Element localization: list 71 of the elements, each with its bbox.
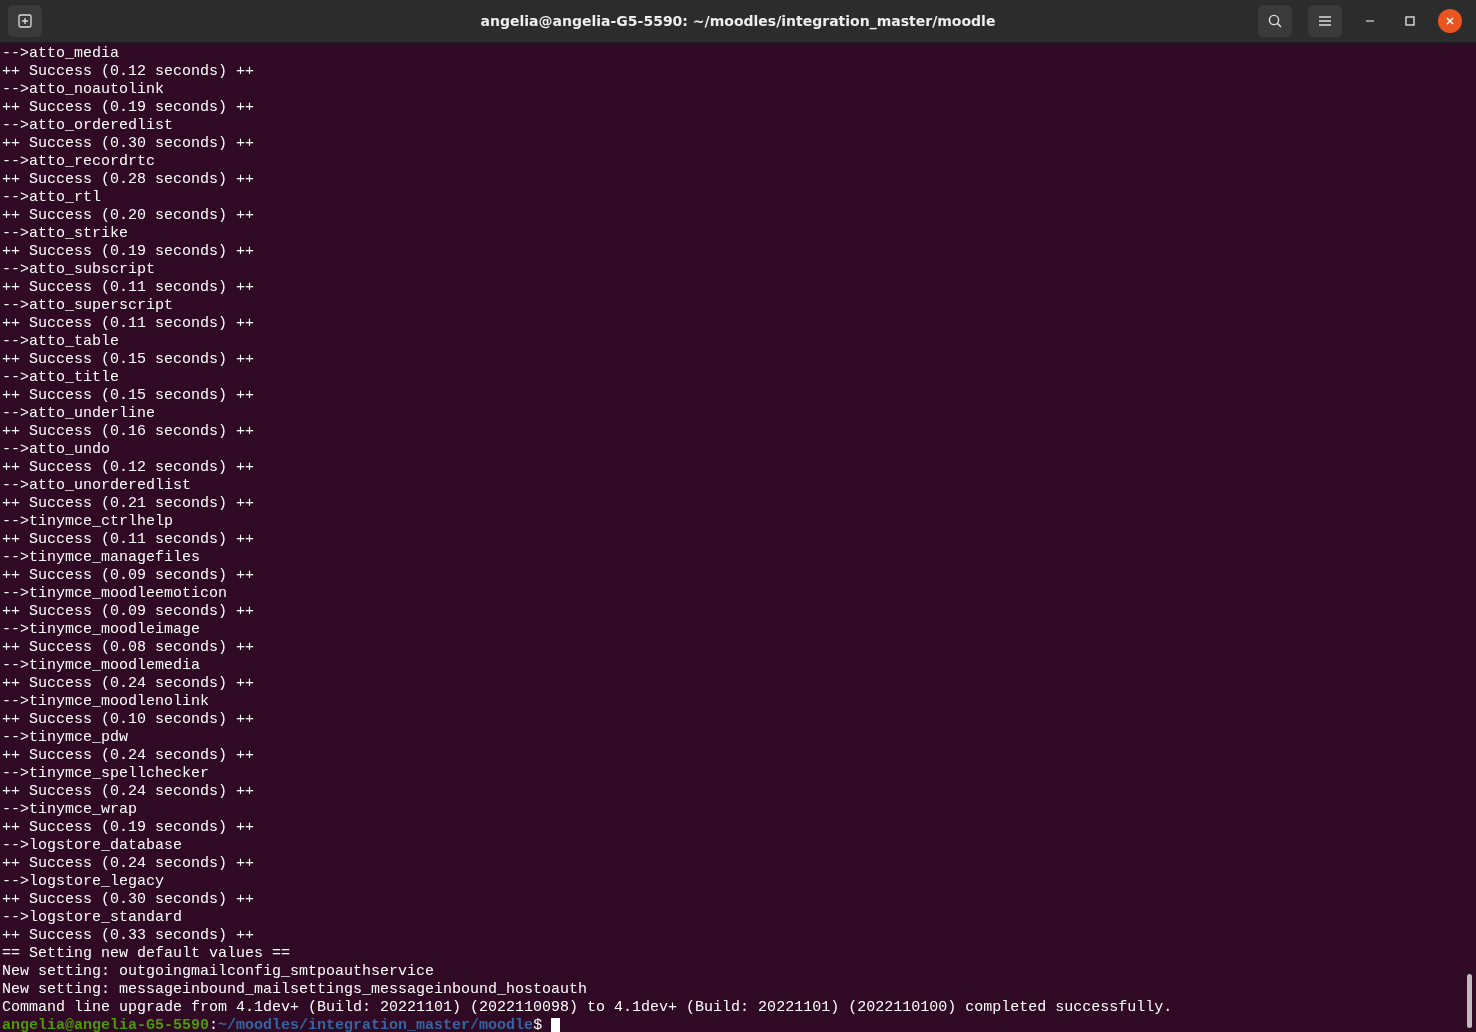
output-line: -->tinymce_wrap bbox=[2, 801, 138, 819]
output-line: New setting: messageinbound_mailsettings_messageinbound_hostoauth bbox=[2, 981, 588, 999]
output-line: ++ Success (0.30 seconds) ++ bbox=[2, 135, 255, 153]
output-line: ++ Success (0.24 seconds) ++ bbox=[2, 747, 255, 765]
output-line: -->atto_orderedlist bbox=[2, 117, 174, 135]
output-line: -->atto_recordrtc bbox=[2, 153, 156, 171]
output-line: ++ Success (0.09 seconds) ++ bbox=[2, 603, 255, 621]
minimize-icon bbox=[1366, 20, 1374, 22]
prompt-user-host: angelia@angelia-G5-5590 bbox=[2, 1017, 210, 1032]
new-tab-button[interactable] bbox=[8, 5, 42, 37]
output-line: -->atto_strike bbox=[2, 225, 129, 243]
output-line: -->tinymce_spellchecker bbox=[2, 765, 210, 783]
output-line: ++ Success (0.19 seconds) ++ bbox=[2, 99, 255, 117]
output-line: ++ Success (0.24 seconds) ++ bbox=[2, 783, 255, 801]
output-line: ++ Success (0.15 seconds) ++ bbox=[2, 351, 255, 369]
text-cursor bbox=[551, 1018, 561, 1032]
output-line: ++ Success (0.11 seconds) ++ bbox=[2, 531, 255, 549]
output-line: -->tinymce_moodleemoticon bbox=[2, 585, 228, 603]
window-title: angelia@angelia-G5-5590: ~/moodles/integration_master/moodle bbox=[480, 13, 996, 29]
output-line: ++ Success (0.33 seconds) ++ bbox=[2, 927, 255, 945]
output-line: -->logstore_standard bbox=[2, 909, 183, 927]
output-line: ++ Success (0.24 seconds) ++ bbox=[2, 675, 255, 693]
output-line: -->atto_media bbox=[2, 45, 120, 63]
output-line: ++ Success (0.28 seconds) ++ bbox=[2, 171, 255, 189]
output-line: -->tinymce_moodlemedia bbox=[2, 657, 201, 675]
output-line: -->tinymce_moodleimage bbox=[2, 621, 201, 639]
output-line: -->atto_rtl bbox=[2, 189, 102, 207]
output-line: -->logstore_database bbox=[2, 837, 183, 855]
output-line: ++ Success (0.12 seconds) ++ bbox=[2, 63, 255, 81]
output-line: New setting: outgoingmailconfig_smtpoauthservice bbox=[2, 963, 435, 981]
new-tab-icon bbox=[17, 13, 33, 29]
scrollbar-thumb[interactable] bbox=[1467, 974, 1472, 1028]
output-line: ++ Success (0.09 seconds) ++ bbox=[2, 567, 255, 585]
output-line: -->atto_noautolink bbox=[2, 81, 165, 99]
output-line: ++ Success (0.20 seconds) ++ bbox=[2, 207, 255, 225]
close-icon bbox=[1445, 16, 1455, 26]
output-line: ++ Success (0.15 seconds) ++ bbox=[2, 387, 255, 405]
output-line: -->tinymce_moodlenolink bbox=[2, 693, 210, 711]
output-line: == Setting new default values == bbox=[2, 945, 291, 963]
prompt-path: ~/moodles/integration_master/moodle bbox=[218, 1017, 534, 1032]
output-line: ++ Success (0.21 seconds) ++ bbox=[2, 495, 255, 513]
output-line: -->tinymce_pdw bbox=[2, 729, 129, 747]
output-line: ++ Success (0.08 seconds) ++ bbox=[2, 639, 255, 657]
output-line: -->atto_undo bbox=[2, 441, 111, 459]
output-line: -->atto_subscript bbox=[2, 261, 156, 279]
output-line: ++ Success (0.12 seconds) ++ bbox=[2, 459, 255, 477]
output-line: -->tinymce_ctrlhelp bbox=[2, 513, 174, 531]
menu-button[interactable] bbox=[1308, 5, 1342, 37]
output-line: ++ Success (0.19 seconds) ++ bbox=[2, 243, 255, 261]
close-button[interactable] bbox=[1438, 9, 1462, 33]
maximize-icon bbox=[1405, 16, 1415, 26]
menu-icon bbox=[1318, 15, 1332, 27]
output-line: ++ Success (0.16 seconds) ++ bbox=[2, 423, 255, 441]
output-line: ++ Success (0.11 seconds) ++ bbox=[2, 279, 255, 297]
prompt-separator: : bbox=[209, 1017, 219, 1032]
output-line: -->logstore_legacy bbox=[2, 873, 165, 891]
output-line: ++ Success (0.30 seconds) ++ bbox=[2, 891, 255, 909]
output-line: ++ Success (0.11 seconds) ++ bbox=[2, 315, 255, 333]
output-line: -->tinymce_managefiles bbox=[2, 549, 201, 567]
prompt-symbol: $ bbox=[533, 1017, 543, 1032]
output-line: -->atto_superscript bbox=[2, 297, 174, 315]
output-line: -->atto_unorderedlist bbox=[2, 477, 192, 495]
search-button[interactable] bbox=[1258, 5, 1292, 37]
output-line: ++ Success (0.24 seconds) ++ bbox=[2, 855, 255, 873]
output-line: ++ Success (0.19 seconds) ++ bbox=[2, 819, 255, 837]
output-line: -->atto_table bbox=[2, 333, 120, 351]
output-line: -->atto_title bbox=[2, 369, 120, 387]
output-line: Command line upgrade from 4.1dev+ (Build: 20221101) (2022110098) to 4.1dev+ (Build: 20221101) (2022110100) completed successfully. bbox=[2, 999, 1173, 1017]
output-line: -->atto_underline bbox=[2, 405, 156, 423]
output-line: ++ Success (0.10 seconds) ++ bbox=[2, 711, 255, 729]
search-icon bbox=[1267, 13, 1283, 29]
